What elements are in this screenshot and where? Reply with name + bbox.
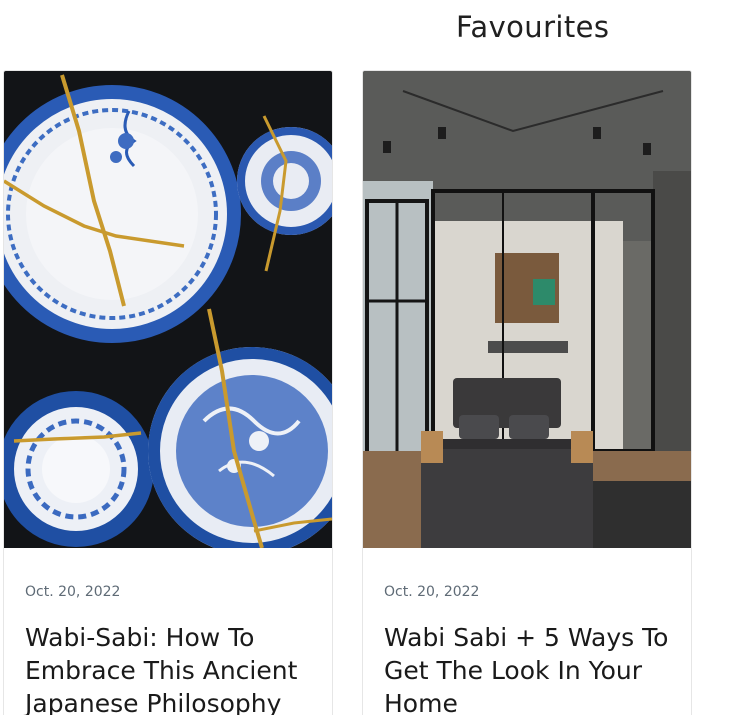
article-title-line[interactable]: Wabi Sabi + 5 Ways To	[384, 621, 684, 654]
article-image-kintsugi-plates[interactable]	[4, 71, 332, 548]
page: Favourites Oct. 20, 2022 Wabi-Sabi: How …	[0, 0, 744, 715]
article-date: Oct. 20, 2022	[25, 584, 121, 600]
article-card-wabi-sabi-philosophy[interactable]: Oct. 20, 2022 Wabi-Sabi: How To Embrace …	[3, 70, 333, 715]
article-image-bedroom[interactable]	[363, 71, 691, 548]
article-date: Oct. 20, 2022	[384, 584, 480, 600]
article-title-line[interactable]: Home	[384, 687, 684, 715]
article-title-line[interactable]: Japanese Philosophy	[25, 687, 325, 715]
article-title-line[interactable]: Wabi-Sabi: How To	[25, 621, 325, 654]
article-title[interactable]: Wabi Sabi + 5 Ways To Get The Look In Yo…	[384, 621, 684, 715]
article-title-line[interactable]: Embrace This Ancient	[25, 654, 325, 687]
section-title: Favourites	[456, 10, 610, 44]
article-card-wabi-sabi-home[interactable]: Oct. 20, 2022 Wabi Sabi + 5 Ways To Get …	[362, 70, 692, 715]
article-title[interactable]: Wabi-Sabi: How To Embrace This Ancient J…	[25, 621, 325, 715]
article-title-line[interactable]: Get The Look In Your	[384, 654, 684, 687]
